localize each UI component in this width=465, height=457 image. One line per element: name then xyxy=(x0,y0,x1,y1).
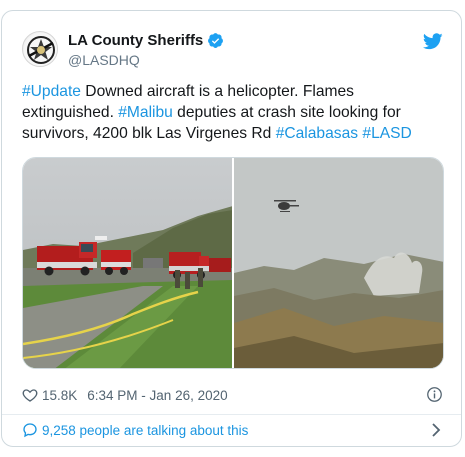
hashtag-calabasas[interactable]: #Calabasas xyxy=(276,125,358,142)
tweet-meta: 15.8K 6:34 PM - Jan 26, 2020 xyxy=(22,385,443,405)
info-icon[interactable] xyxy=(426,386,443,403)
verified-badge-icon xyxy=(208,33,224,48)
conversation-link[interactable]: 9,258 people are talking about this xyxy=(22,418,443,442)
hashtag-malibu[interactable]: #Malibu xyxy=(118,104,173,121)
tweet-header: LA County Sheriffs @LASDHQ xyxy=(22,31,443,71)
heart-icon[interactable] xyxy=(22,387,38,403)
author-name[interactable]: LA County Sheriffs xyxy=(68,32,203,49)
talking-count-text[interactable]: 9,258 people are talking about this xyxy=(42,423,248,438)
speech-bubble-icon xyxy=(23,423,37,438)
author-handle[interactable]: @LASDHQ xyxy=(68,52,140,68)
tweet-card: LA County Sheriffs @LASDHQ #Update Downe… xyxy=(1,10,462,447)
twitter-bird-icon[interactable] xyxy=(423,33,443,50)
hashtag-lasd[interactable]: #LASD xyxy=(362,125,411,142)
divider xyxy=(2,414,461,415)
avatar[interactable] xyxy=(22,31,58,67)
tweet-text: #Update Downed aircraft is a helicopter.… xyxy=(22,81,446,144)
chevron-right-icon[interactable] xyxy=(431,423,441,437)
tweet-media[interactable] xyxy=(22,157,444,369)
fire-trucks-photo[interactable] xyxy=(23,158,232,368)
timestamp[interactable]: 6:34 PM - Jan 26, 2020 xyxy=(87,388,227,403)
hashtag-update[interactable]: #Update xyxy=(22,83,81,100)
author-line: LA County Sheriffs xyxy=(68,32,224,49)
helicopter-smoke-photo[interactable] xyxy=(234,158,443,368)
like-count[interactable]: 15.8K xyxy=(42,388,77,403)
sheriff-badge-logo xyxy=(24,33,57,66)
